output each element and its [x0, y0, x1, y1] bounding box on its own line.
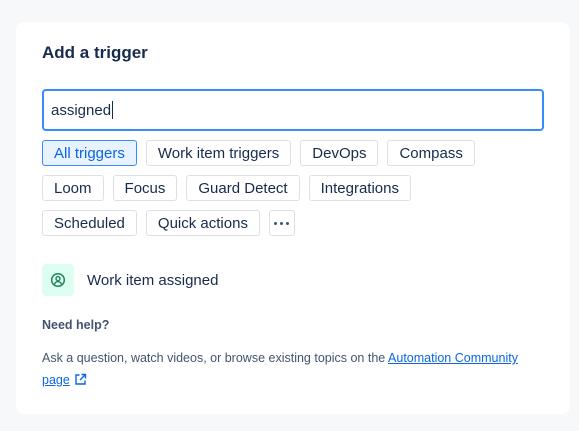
user-avatar-circle-icon	[42, 264, 74, 296]
filter-row: All triggers Work item triggers DevOps C…	[42, 140, 552, 166]
filter-chip-compass[interactable]: Compass	[387, 140, 475, 166]
add-trigger-panel: Add a trigger assigned All triggers Work…	[16, 22, 570, 414]
panel-title: Add a trigger	[42, 43, 148, 62]
filter-chip-loom[interactable]: Loom	[42, 175, 104, 201]
trigger-search-input[interactable]: assigned	[42, 89, 544, 131]
search-input-value: assigned	[51, 101, 112, 119]
filter-chip-devops[interactable]: DevOps	[300, 140, 379, 166]
help-description: Ask a question, watch videos, or browse …	[42, 351, 389, 365]
external-link-icon	[75, 373, 87, 385]
filter-row: Scheduled Quick actions	[42, 210, 552, 236]
help-text: Ask a question, watch videos, or browse …	[42, 347, 522, 391]
help-heading: Need help?	[42, 318, 110, 332]
more-filters-button[interactable]	[268, 210, 295, 236]
filter-chip-integrations[interactable]: Integrations	[308, 175, 411, 201]
filter-chip-focus[interactable]: Focus	[112, 175, 178, 201]
filter-chip-scheduled[interactable]: Scheduled	[42, 210, 137, 236]
more-horizontal-icon	[274, 221, 290, 225]
filter-row: Loom Focus Guard Detect Integrations	[42, 175, 552, 201]
trigger-result-work-item-assigned[interactable]: Work item assigned	[42, 264, 218, 296]
filter-chip-guard-detect[interactable]: Guard Detect	[186, 175, 300, 201]
filter-chip-quick-actions[interactable]: Quick actions	[145, 210, 260, 236]
trigger-category-filters: All triggers Work item triggers DevOps C…	[42, 140, 552, 245]
text-caret	[112, 101, 114, 119]
filter-chip-work-item-triggers[interactable]: Work item triggers	[145, 140, 292, 166]
result-label: Work item assigned	[87, 271, 219, 289]
filter-chip-all-triggers[interactable]: All triggers	[42, 140, 137, 166]
